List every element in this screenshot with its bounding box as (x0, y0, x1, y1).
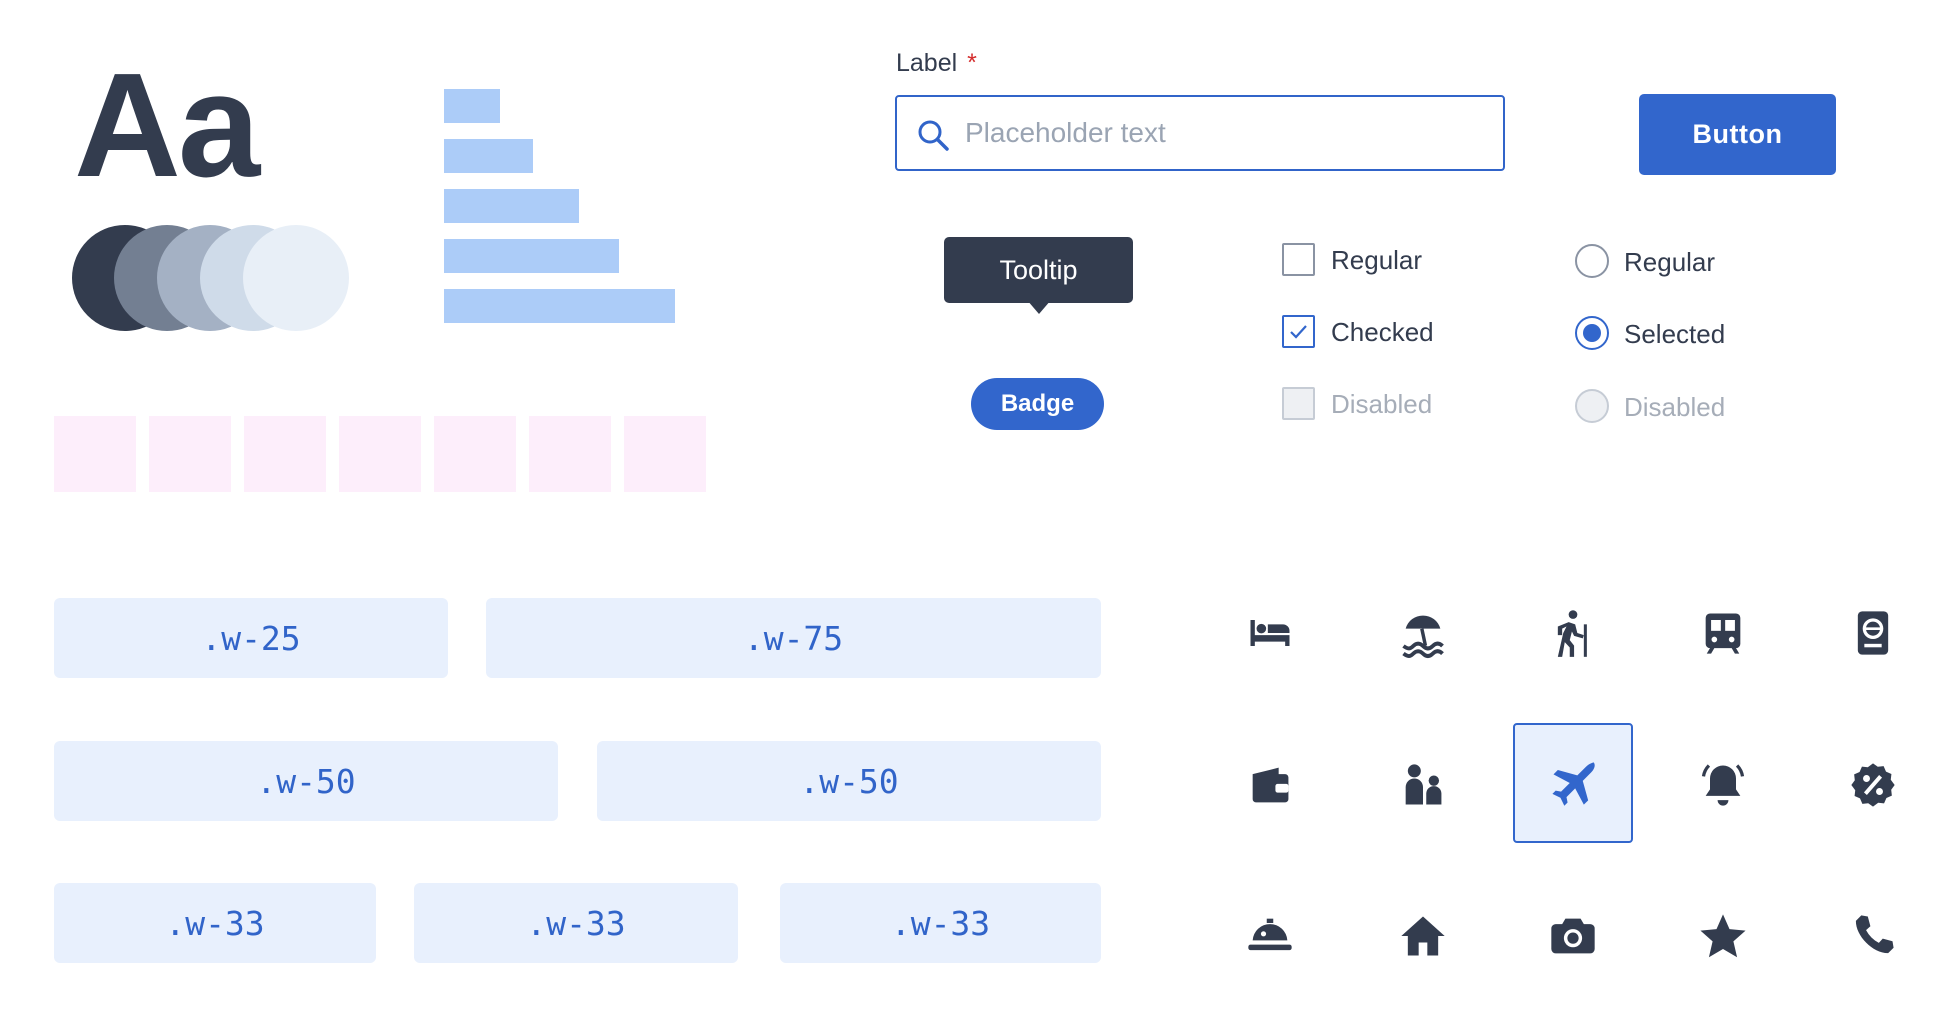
checkbox-label: Disabled (1331, 389, 1433, 419)
bed-icon (1250, 620, 1290, 646)
checkbox-label: Regular (1331, 245, 1423, 275)
icon-cell[interactable] (1210, 876, 1330, 996)
icon-cell[interactable] (1363, 725, 1483, 845)
tooltip: Tooltip (944, 237, 1133, 303)
width-block-33: .w-33 (780, 883, 1101, 963)
radio-label: Disabled (1624, 392, 1726, 422)
typography-sample: Aa (74, 43, 260, 208)
icon-cell[interactable] (1513, 876, 1633, 996)
checkbox-label: Checked (1331, 317, 1434, 347)
wallet-icon (1252, 767, 1289, 803)
family-icon (1405, 764, 1442, 805)
icon-cell[interactable] (1210, 725, 1330, 845)
width-block-75: .w-75 (486, 598, 1101, 678)
star-icon (1700, 914, 1746, 958)
icon-cell[interactable] (1363, 573, 1483, 693)
icon-cell[interactable] (1663, 876, 1783, 996)
spacing-bar (444, 89, 500, 123)
width-block-33: .w-33 (54, 883, 376, 963)
spacing-bar (444, 289, 675, 323)
width-block-33: .w-33 (414, 883, 738, 963)
checkbox-disabled (1282, 387, 1315, 420)
spacing-bar (444, 239, 619, 273)
radio-label: Regular (1624, 247, 1716, 277)
discount-icon (1851, 763, 1895, 807)
color-swatch (243, 225, 349, 331)
primary-button[interactable]: Button (1639, 94, 1836, 175)
airplane-icon (1552, 762, 1595, 806)
checkmark-icon (1290, 325, 1307, 339)
field-label: Label * (896, 49, 977, 78)
passport-icon (1857, 611, 1889, 655)
icon-cell[interactable] (1363, 876, 1483, 996)
radio-disabled (1575, 389, 1609, 423)
icon-cell[interactable] (1813, 876, 1933, 996)
radio-regular[interactable] (1575, 244, 1609, 278)
grid-column (149, 416, 231, 492)
icon-cell[interactable] (1663, 573, 1783, 693)
search-field[interactable] (895, 95, 1505, 171)
icon-cell[interactable] (1663, 725, 1783, 845)
room-service-icon (1248, 918, 1292, 951)
tooltip-arrow (1027, 300, 1051, 314)
icon-cell-selected[interactable] (1513, 723, 1633, 843)
grid-column (434, 416, 516, 492)
width-block-25: .w-25 (54, 598, 448, 678)
radio-label: Selected (1624, 319, 1726, 349)
width-block-50: .w-50 (54, 741, 558, 821)
width-block-50: .w-50 (597, 741, 1101, 821)
grid-column (529, 416, 611, 492)
required-mark: * (967, 49, 977, 77)
notification-bell-icon (1701, 764, 1745, 806)
train-icon (1705, 613, 1741, 654)
grid-column (244, 416, 326, 492)
search-icon (918, 120, 949, 151)
beach-umbrella-icon (1402, 615, 1444, 658)
home-icon (1401, 916, 1445, 956)
field-label-text: Label (896, 49, 958, 77)
camera-icon (1551, 918, 1595, 954)
radio-selected[interactable] (1575, 316, 1609, 350)
icon-cell[interactable] (1813, 573, 1933, 693)
checkbox-regular[interactable] (1282, 243, 1315, 276)
spacing-bar (444, 139, 533, 173)
spacing-bar (444, 189, 579, 223)
grid-column (54, 416, 136, 492)
checkbox-checked[interactable] (1282, 315, 1315, 348)
grid-column (339, 416, 421, 492)
icon-cell[interactable] (1813, 725, 1933, 845)
hiking-icon (1557, 610, 1587, 657)
search-input[interactable] (965, 97, 1485, 169)
phone-icon (1855, 915, 1894, 954)
icon-cell[interactable] (1210, 573, 1330, 693)
badge: Badge (971, 378, 1104, 430)
grid-column (624, 416, 706, 492)
icon-cell[interactable] (1513, 573, 1633, 693)
